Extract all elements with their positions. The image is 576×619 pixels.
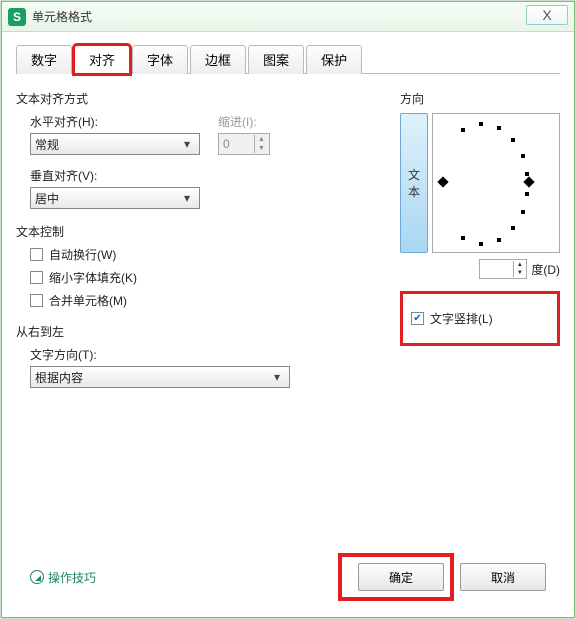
- spinner-up-icon: ▲: [513, 261, 525, 269]
- dialog-window: S 单元格格式 X 数字 对齐 字体 边框 图案 保护 文本对齐方式 水平对齐(…: [1, 1, 575, 618]
- tips-link[interactable]: 操作技巧: [30, 569, 96, 586]
- section-orientation: 方向: [400, 90, 560, 107]
- section-text-control: 文本控制: [16, 223, 390, 240]
- label-horizontal-align: 水平对齐(H):: [30, 113, 200, 130]
- input-indent: 0 ▲▼: [218, 133, 270, 155]
- tips-label: 操作技巧: [48, 569, 96, 586]
- right-column: 方向 文 本: [400, 84, 560, 555]
- label-vertical-text: 文字竖排(L): [430, 310, 493, 327]
- input-degrees[interactable]: ▲▼: [479, 259, 527, 279]
- chevron-down-icon: ▾: [179, 137, 195, 151]
- tab-content: 文本对齐方式 水平对齐(H): 常规 ▾ 缩进(I):: [16, 84, 560, 555]
- checkbox-vertical-text-row[interactable]: ✔ 文字竖排(L): [411, 310, 549, 327]
- label-merge: 合并单元格(M): [49, 292, 127, 309]
- label-degrees: 度(D): [531, 261, 560, 278]
- spinner-down-icon: ▼: [513, 269, 525, 277]
- vertical-text-glyph1: 文: [408, 166, 420, 183]
- chevron-down-icon: ▾: [179, 191, 195, 205]
- select-horizontal-align[interactable]: 常规 ▾: [30, 133, 200, 155]
- checkbox-merge[interactable]: [30, 294, 43, 307]
- checkbox-shrink[interactable]: [30, 271, 43, 284]
- label-wrap: 自动换行(W): [49, 246, 116, 263]
- tab-bar: 数字 对齐 字体 边框 图案 保护: [16, 44, 560, 74]
- checkbox-wrap-row[interactable]: 自动换行(W): [30, 246, 390, 263]
- dial-anchor-icon: [437, 176, 448, 187]
- tab-pattern[interactable]: 图案: [248, 45, 304, 74]
- ok-button[interactable]: 确定: [358, 563, 444, 591]
- checkbox-shrink-row[interactable]: 缩小字体填充(K): [30, 269, 390, 286]
- orientation-dial[interactable]: [432, 113, 560, 253]
- spinner-down-icon: ▼: [254, 144, 268, 153]
- label-shrink: 缩小字体填充(K): [49, 269, 137, 286]
- vertical-text-glyph2: 本: [408, 183, 420, 200]
- checkbox-merge-row[interactable]: 合并单元格(M): [30, 292, 390, 309]
- play-circle-icon: [30, 570, 44, 584]
- select-horizontal-value: 常规: [35, 136, 59, 153]
- label-indent: 缩进(I):: [218, 113, 270, 130]
- tab-font[interactable]: 字体: [132, 45, 188, 74]
- select-text-direction[interactable]: 根据内容 ▾: [30, 366, 290, 388]
- spinner-up-icon: ▲: [254, 135, 268, 144]
- dialog-body: 数字 对齐 字体 边框 图案 保护 文本对齐方式 水平对齐(H): 常规 ▾: [2, 32, 574, 617]
- dial-handle-icon: [523, 176, 534, 187]
- tab-protection[interactable]: 保护: [306, 45, 362, 74]
- select-direction-value: 根据内容: [35, 369, 83, 386]
- close-button[interactable]: X: [526, 5, 568, 25]
- label-vertical-align: 垂直对齐(V):: [30, 167, 390, 184]
- tab-alignment[interactable]: 对齐: [74, 45, 130, 74]
- indent-value: 0: [223, 137, 230, 151]
- section-text-align: 文本对齐方式: [16, 90, 390, 107]
- app-icon: S: [8, 8, 26, 26]
- highlight-vertical-text: ✔ 文字竖排(L): [400, 291, 560, 346]
- select-vertical-align[interactable]: 居中 ▾: [30, 187, 200, 209]
- dialog-footer: 操作技巧 确定 取消: [16, 555, 560, 609]
- tab-number[interactable]: 数字: [16, 45, 72, 74]
- cancel-button[interactable]: 取消: [460, 563, 546, 591]
- section-rtl: 从右到左: [16, 323, 390, 340]
- window-title: 单元格格式: [32, 8, 92, 25]
- vertical-text-button[interactable]: 文 本: [400, 113, 428, 253]
- close-icon: X: [542, 7, 551, 23]
- highlight-ok: 确定: [342, 557, 450, 597]
- left-column: 文本对齐方式 水平对齐(H): 常规 ▾ 缩进(I):: [16, 84, 400, 555]
- tab-border[interactable]: 边框: [190, 45, 246, 74]
- checkbox-vertical-text[interactable]: ✔: [411, 312, 424, 325]
- chevron-down-icon: ▾: [269, 370, 285, 384]
- label-text-direction: 文字方向(T):: [30, 346, 390, 363]
- titlebar: S 单元格格式 X: [2, 2, 574, 32]
- select-vertical-value: 居中: [35, 190, 59, 207]
- checkbox-wrap[interactable]: [30, 248, 43, 261]
